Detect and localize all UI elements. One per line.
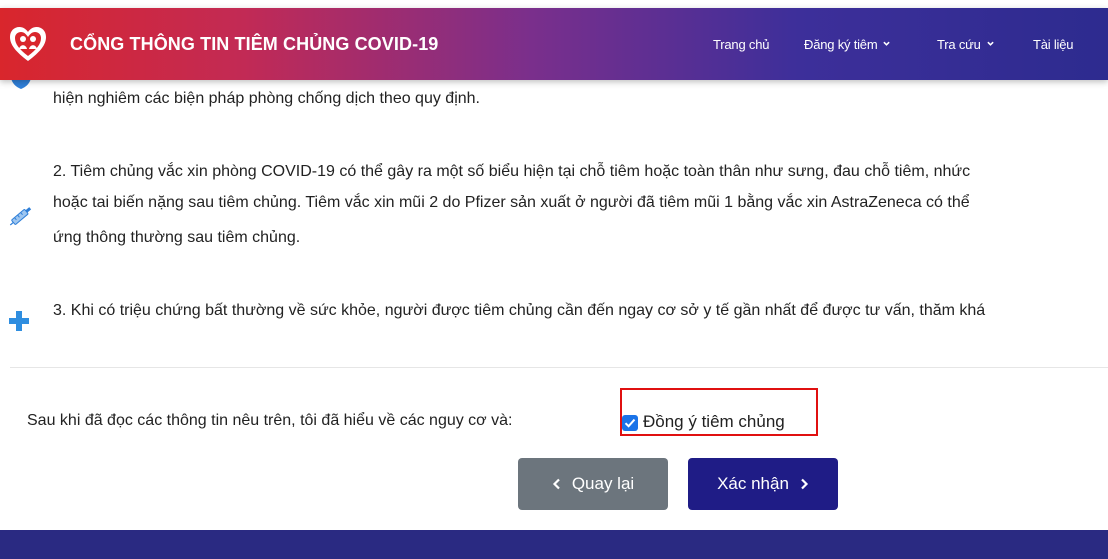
consent-statement: Sau khi đã đọc các thông tin nêu trên, t… <box>27 412 513 429</box>
nav-item-documents[interactable]: Tài liệu <box>1033 37 1074 52</box>
para-2-line-2: hoặc tai biến nặng sau tiêm chủng. Tiêm … <box>53 194 970 211</box>
nav-item-register[interactable]: Đăng ký tiêm <box>804 37 891 52</box>
medical-cross-icon <box>8 310 30 337</box>
back-button-label: Quay lại <box>571 474 635 493</box>
consent-checkbox[interactable] <box>622 415 638 431</box>
para-2-line-3: ứng thông thường sau tiêm chủng. <box>53 229 301 246</box>
divider <box>10 367 1108 368</box>
site-header: CỔNG THÔNG TIN TIÊM CHỦNG COVID-19 Trang… <box>0 8 1108 80</box>
consent-checkbox-label[interactable]: Đồng ý tiêm chủng <box>643 412 785 432</box>
confirm-button[interactable]: Xác nhận <box>688 458 838 510</box>
nav-item-label: Trang chủ <box>713 37 770 52</box>
chevron-down-icon <box>986 41 994 46</box>
top-strip <box>0 0 1108 8</box>
chevron-left-icon <box>552 478 560 490</box>
page-footer <box>0 530 1108 559</box>
main-nav: Trang chủ Đăng ký tiêm Tra cứu Tài liệu <box>0 37 1108 57</box>
nav-item-label: Tra cứu <box>937 37 981 52</box>
chevron-right-icon <box>801 478 808 490</box>
nav-item-label: Đăng ký tiêm <box>804 37 878 52</box>
chevron-down-icon <box>883 41 891 46</box>
nav-item-lookup[interactable]: Tra cứu <box>937 37 994 52</box>
nav-item-label: Tài liệu <box>1033 37 1074 52</box>
page: CỔNG THÔNG TIN TIÊM CHỦNG COVID-19 Trang… <box>0 0 1108 559</box>
para-2-line-1: 2. Tiêm chủng vắc xin phòng COVID-19 có … <box>53 163 971 180</box>
back-button[interactable]: Quay lại <box>518 458 668 510</box>
para-1-line: hiện nghiêm các biện pháp phòng chống dị… <box>53 90 480 107</box>
syringe-icon <box>6 202 36 235</box>
para-3-line: 3. Khi có triệu chứng bất thường về sức … <box>53 302 986 319</box>
nav-item-home[interactable]: Trang chủ <box>713 37 769 52</box>
checkmark-icon <box>624 418 636 428</box>
confirm-button-label: Xác nhận <box>717 474 789 493</box>
